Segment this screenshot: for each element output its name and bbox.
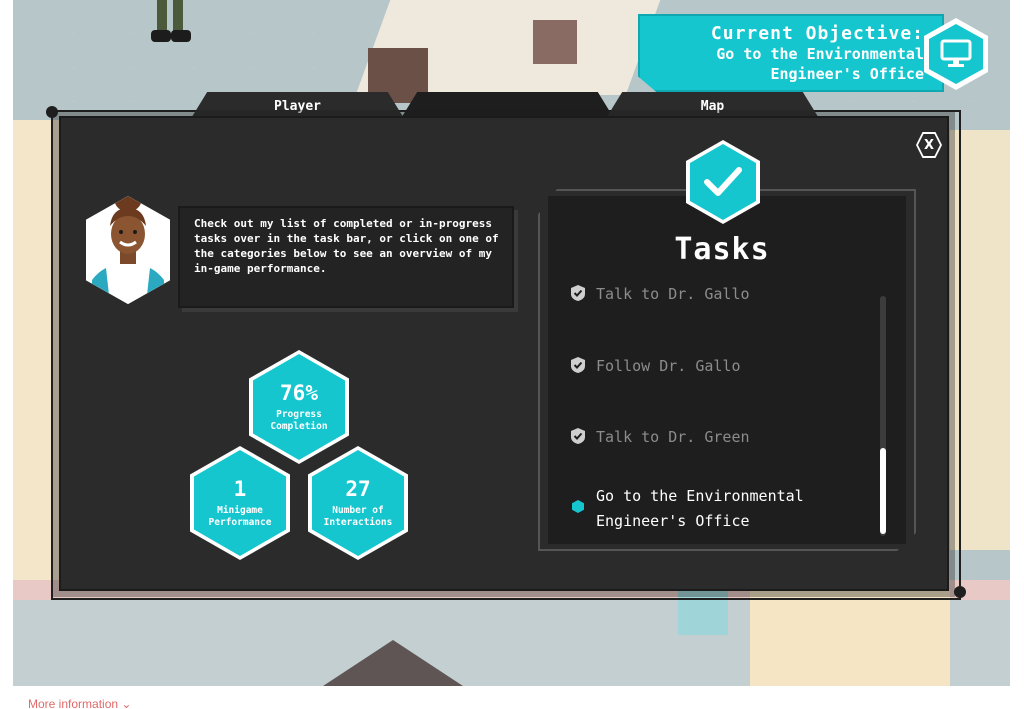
close-icon: X: [918, 134, 940, 156]
task-item-current: Go to the Environmental Engineer's Offic…: [560, 484, 870, 534]
left-wall: [13, 120, 61, 640]
shield-check-icon: [560, 354, 596, 373]
interactions-value: 27: [345, 477, 371, 501]
task-text: Follow Dr. Gallo: [596, 357, 741, 375]
character-legs: [151, 0, 191, 48]
tasks-scrollbar[interactable]: [880, 296, 886, 536]
task-text-line-2: Engineer's Office: [596, 512, 750, 530]
hexagon-bullet-icon: [560, 484, 596, 513]
progress-label-2: Completion: [270, 421, 328, 432]
task-text-line-1: Go to the Environmental: [596, 487, 804, 505]
minigame-label-2: Performance: [208, 517, 272, 528]
right-wall: [950, 130, 1010, 550]
cream-block: [750, 590, 950, 686]
shield-check-icon: [560, 282, 596, 301]
objective-text: Current Objective: Go to the Environment…: [711, 24, 924, 84]
cardboard-box: [533, 20, 577, 64]
interactions-label-2: Interactions: [323, 517, 393, 528]
task-item: Talk to Dr. Gallo: [560, 282, 870, 307]
more-information-link[interactable]: More information ⌄: [28, 697, 131, 709]
frame-corner-dot: [46, 106, 58, 118]
interactions-label-1: Number of: [332, 505, 384, 516]
objective-title: Current Objective:: [710, 23, 924, 44]
chevron-down-icon: ⌄: [121, 697, 132, 709]
tasks-list[interactable]: Talk to Dr. Gallo Follow Dr. Gallo Talk …: [560, 280, 870, 535]
objective-line-1: Go to the Environmental: [716, 45, 924, 63]
progress-label-1: Progress: [276, 409, 322, 420]
minigame-value: 1: [233, 477, 247, 501]
task-text: Talk to Dr. Green: [596, 428, 750, 446]
checkmark-icon: [690, 144, 756, 220]
shield-check-icon: [560, 425, 596, 444]
progress-value: 76%: [280, 381, 318, 405]
task-text: Talk to Dr. Gallo: [596, 285, 750, 303]
tasks-title: Tasks: [674, 232, 770, 267]
more-information-label: More information: [28, 697, 119, 709]
task-item: Talk to Dr. Green: [560, 425, 870, 450]
current-objective-banner: Current Objective: Go to the Environment…: [638, 14, 988, 92]
minigame-label-1: Minigame: [217, 505, 263, 516]
task-item: Follow Dr. Gallo: [560, 354, 870, 379]
speech-text: Check out my list of completed or in-pro…: [194, 217, 499, 275]
objective-line-2: Engineer's Office: [770, 65, 924, 83]
cyan-block: [678, 590, 728, 635]
frame-corner-dot: [954, 586, 966, 598]
speech-bubble: Check out my list of completed or in-pro…: [178, 206, 514, 308]
scrollbar-thumb[interactable]: [880, 448, 886, 534]
